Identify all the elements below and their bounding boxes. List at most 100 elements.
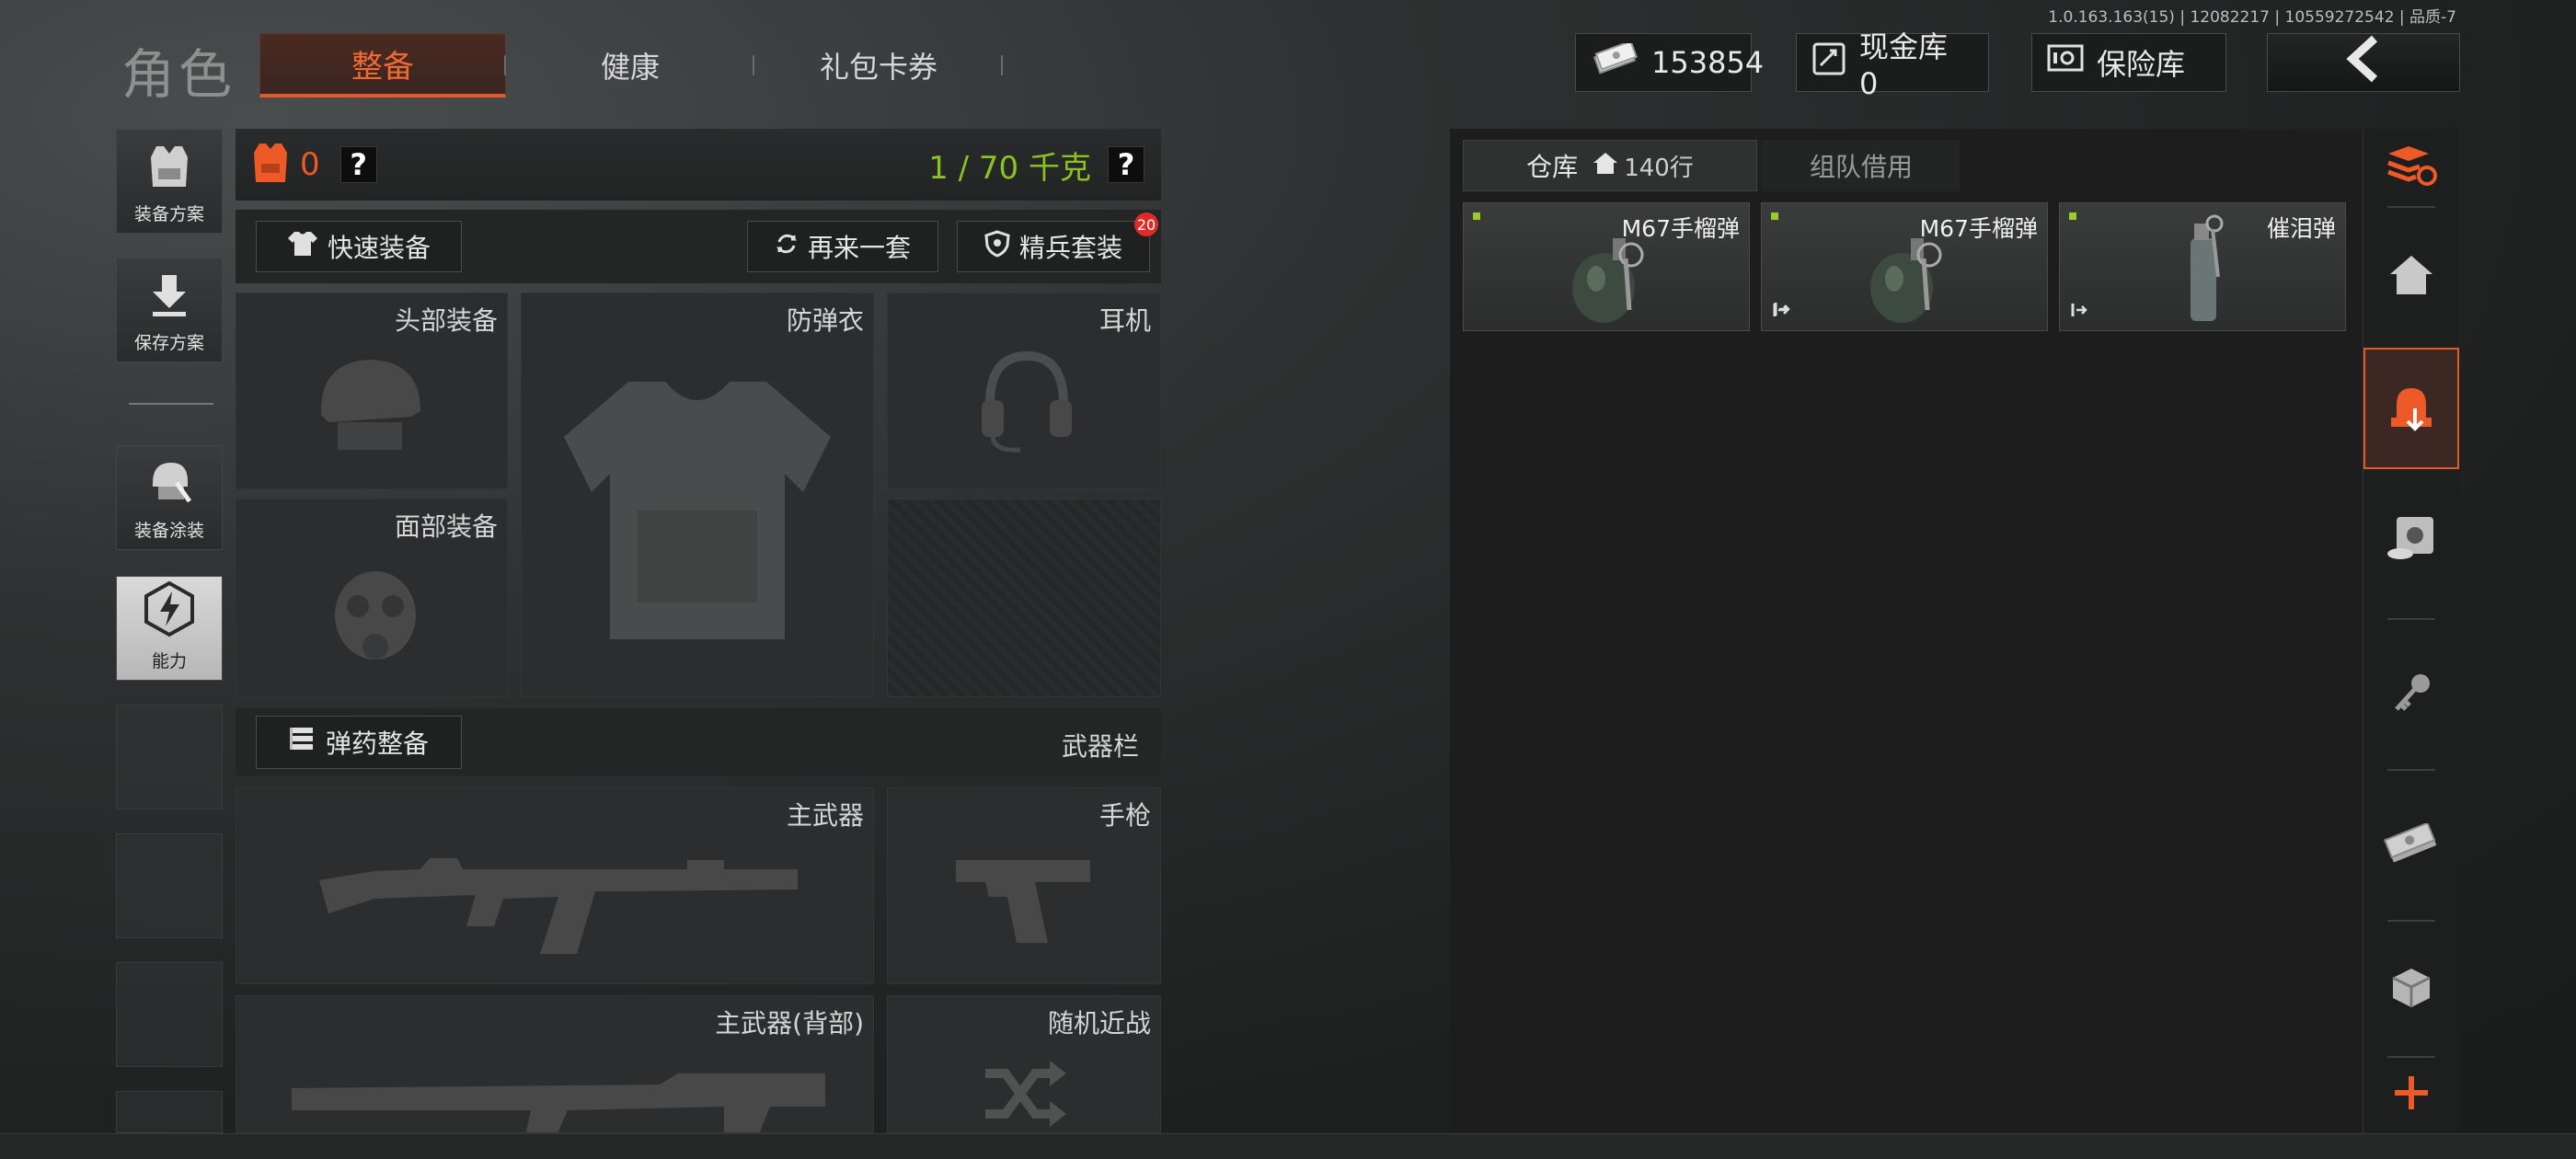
tab-health[interactable]: 健康 <box>524 33 736 98</box>
plus-icon <box>2393 1074 2430 1115</box>
primary-weapon-slot[interactable]: 主武器 <box>236 787 874 984</box>
notification-badge: 20 <box>1134 212 1158 236</box>
warehouse-tabs: 仓库 140行 组队借用 <box>1463 140 1960 191</box>
locked-slot <box>887 499 1161 697</box>
layers-refresh-icon <box>2385 143 2438 190</box>
cashbox-icon <box>1811 41 1846 84</box>
cashbox-label: 现金库 0 <box>1859 29 1949 101</box>
empty-slot <box>116 705 223 809</box>
exit-icon <box>2071 301 2089 323</box>
shield-icon <box>984 229 1010 264</box>
sidebar-divider <box>2387 920 2435 922</box>
keys-button[interactable] <box>2363 622 2459 769</box>
tab-warehouse-label: 仓库 <box>1526 152 1579 182</box>
slot-label: 主武器 <box>786 800 864 831</box>
supplies-button[interactable] <box>2363 924 2459 1054</box>
headset-slot[interactable]: 耳机 <box>887 293 1161 489</box>
cash-icon <box>1591 40 1639 82</box>
quick-equip-button[interactable]: 快速装备 <box>256 221 462 272</box>
ammo-icon <box>289 726 316 760</box>
helmet-paint-icon <box>144 455 195 511</box>
cashbox-button[interactable]: 现金库 0 <box>1796 29 1989 101</box>
sidebar-divider <box>129 403 213 405</box>
vest-icon <box>144 143 195 195</box>
cash-button[interactable] <box>2363 773 2459 920</box>
key-icon <box>2391 672 2432 718</box>
elite-kit-label: 精兵套装 <box>1018 233 1122 263</box>
tab-divider <box>1001 55 1003 75</box>
slot-label: 随机近战 <box>1047 1008 1151 1039</box>
vault-icon <box>2386 515 2437 565</box>
body-armor-slot[interactable]: 防弹衣 <box>521 293 874 697</box>
save-plan-button[interactable]: 保存方案 <box>116 258 223 362</box>
random-melee-slot[interactable]: 随机近战 <box>887 995 1161 1133</box>
ability-button[interactable]: 能力 <box>116 576 223 681</box>
rifle-icon <box>319 858 798 954</box>
gas-mask-icon <box>335 571 416 660</box>
empty-slot <box>116 833 223 938</box>
money-amount: 153854 <box>1651 45 1765 80</box>
weight-help-icon[interactable]: ? <box>1108 146 1144 183</box>
side-label: 保存方案 <box>133 333 204 353</box>
page-title: 角色 <box>121 43 236 106</box>
reequip-label: 再来一套 <box>807 233 911 263</box>
rarity-indicator <box>1771 212 1778 220</box>
help-icon[interactable]: ? <box>339 146 377 183</box>
ammo-bar: 弹药整备 武器栏 <box>236 708 1161 776</box>
side-label: 装备方案 <box>133 204 204 224</box>
expand-button[interactable] <box>2363 1058 2459 1131</box>
pistol-slot[interactable]: 手枪 <box>887 787 1161 984</box>
ammo-resupply-label: 弹药整备 <box>325 729 429 759</box>
face-gear-slot[interactable]: 面部装备 <box>236 499 508 697</box>
headset-icon <box>982 350 1072 453</box>
elite-kit-button[interactable]: 精兵套装 20 <box>957 212 1158 272</box>
reequip-button[interactable]: 再来一套 <box>747 221 938 272</box>
back-button[interactable] <box>2267 33 2460 92</box>
rarity-indicator <box>1473 212 1480 220</box>
inventory-item[interactable]: 催泪弹 <box>2059 202 2346 331</box>
money-display: 153854 <box>1575 33 1764 92</box>
primary-back-weapon-slot[interactable]: 主武器(背部) <box>236 995 874 1133</box>
ammo-resupply-button[interactable]: 弹药整备 <box>256 716 462 769</box>
safe-icon <box>2047 43 2084 82</box>
armor-count: 0 <box>300 146 320 183</box>
tear-gas-icon <box>2191 214 2224 321</box>
loadout-action-bar: 快速装备 再来一套 精兵套装 20 <box>236 210 1161 283</box>
vault-button[interactable] <box>2363 471 2459 609</box>
safebox-label: 保险库 <box>2097 47 2186 82</box>
warehouse-sidebar <box>2363 129 2459 1133</box>
rarity-indicator <box>2069 212 2076 220</box>
exit-icon <box>1774 300 1792 1152</box>
sidebar-divider <box>2387 769 2435 771</box>
lightning-icon <box>142 580 197 642</box>
inventory-item[interactable]: M67手榴弹 <box>1761 202 2048 331</box>
bottom-bar <box>0 1133 2576 1159</box>
empty-slot <box>116 962 223 1067</box>
tab-warehouse[interactable]: 仓库 140行 <box>1463 140 1757 191</box>
empty-slot <box>116 1091 223 1133</box>
warehouse-home-button[interactable] <box>2363 208 2459 346</box>
quick-equip-label: 快速装备 <box>327 233 431 263</box>
tab-team-borrow[interactable]: 组队借用 <box>1763 140 1960 191</box>
download-icon <box>145 271 193 324</box>
version-info: 1.0.163.163(15) | 12082217 | 10559272542… <box>2048 8 2456 27</box>
inventory-item[interactable]: M67手榴弹 <box>1463 202 1750 331</box>
grenade-icon <box>1572 238 1644 323</box>
tab-divider <box>504 55 506 75</box>
safebox-button[interactable]: 保险库 <box>2031 33 2226 92</box>
sort-stack-button[interactable] <box>2363 129 2459 204</box>
head-gear-slot[interactable]: 头部装备 <box>236 293 508 489</box>
slot-label: 主武器(背部) <box>715 1008 864 1039</box>
loot-bag-icon <box>2387 381 2435 436</box>
tab-equip[interactable]: 整备 <box>259 33 506 98</box>
loot-bag-button[interactable] <box>2363 348 2459 469</box>
skin-button[interactable]: 装备涂装 <box>116 445 223 550</box>
weight-display: 1 / 70 千克 <box>928 149 1091 187</box>
home-icon <box>2388 254 2434 300</box>
slot-label: 头部装备 <box>394 305 498 336</box>
tab-gift[interactable]: 礼包卡券 <box>754 33 1003 98</box>
slot-label: 耳机 <box>1098 305 1151 336</box>
side-label: 装备涂装 <box>133 521 204 541</box>
slot-label: 手枪 <box>1098 800 1151 831</box>
loadout-plan-button[interactable]: 装备方案 <box>116 129 223 234</box>
